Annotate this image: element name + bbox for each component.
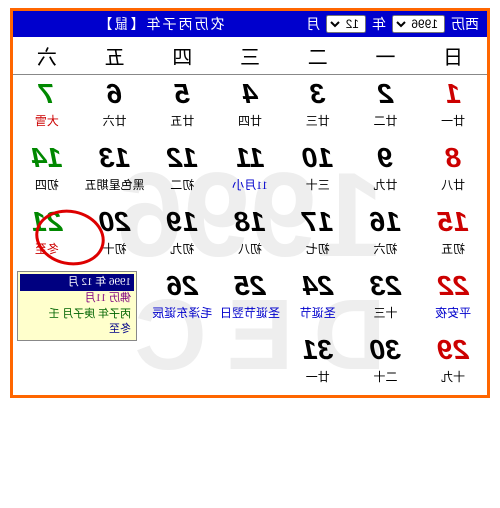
day-number: 23	[352, 270, 420, 302]
lunar-label: 初六	[352, 240, 420, 257]
day-cell[interactable]: 16 初六	[352, 203, 420, 267]
day-cell[interactable]: 1 廿一	[419, 75, 487, 139]
tooltip: 1996 年 12 月 佛历 11月 丙子年 庚子月 壬 冬至	[17, 271, 137, 341]
day-cell[interactable]: 17 初七	[284, 203, 352, 267]
day-number: 30	[352, 334, 420, 366]
day-number: 22	[419, 270, 487, 302]
day-cell[interactable]: 2 廿二	[352, 75, 420, 139]
weekday-header: 日一二三四五六	[13, 37, 487, 75]
lunar-label: 初二	[148, 176, 216, 193]
lunar-label: 廿六	[81, 112, 149, 129]
day-cell[interactable]: 19 初九	[148, 203, 216, 267]
lunar-label: 廿四	[216, 112, 284, 129]
lunar-label: 初八	[216, 240, 284, 257]
lunar-label: 11月小	[216, 176, 284, 193]
day-number: 25	[216, 270, 284, 302]
year-select[interactable]: 1996	[392, 15, 445, 33]
day-number: 13	[81, 142, 149, 174]
lunar-label: 二十	[352, 368, 420, 385]
day-cell[interactable]: 18 初八	[216, 203, 284, 267]
lunar-label: 大雪	[13, 112, 81, 129]
day-number: 17	[284, 206, 352, 238]
lunar-label: 初五	[419, 240, 487, 257]
day-number: 26	[148, 270, 216, 302]
day-number: 2	[352, 78, 420, 110]
month-label: 月	[306, 14, 320, 34]
day-cell[interactable]: 13 黑色星期五	[81, 139, 149, 203]
day-cell[interactable]: 6 廿六	[81, 75, 149, 139]
lunar-label: 三十	[284, 176, 352, 193]
day-cell[interactable]: 5 廿五	[148, 75, 216, 139]
day-cell[interactable]: 10 三十	[284, 139, 352, 203]
lunar-label: 毛泽东诞辰	[148, 304, 216, 321]
day-number: 11	[216, 142, 284, 174]
day-number: 18	[216, 206, 284, 238]
lunar-label: 平安夜	[419, 304, 487, 321]
lunar-title: 农历丙子年【鼠】	[21, 14, 300, 34]
day-cell[interactable]: 4 廿四	[216, 75, 284, 139]
day-number: 8	[419, 142, 487, 174]
day-number: 19	[148, 206, 216, 238]
year-label: 年	[372, 14, 386, 34]
day-cell[interactable]: 29 十九	[419, 331, 487, 395]
weekday: 五	[81, 37, 149, 74]
day-number: 6	[81, 78, 149, 110]
day-number: 9	[352, 142, 420, 174]
day-cell[interactable]: 11 11月小	[216, 139, 284, 203]
day-number: 15	[419, 206, 487, 238]
day-number: 29	[419, 334, 487, 366]
day-cell[interactable]: 14 初四	[13, 139, 81, 203]
day-cell[interactable]: 15 初五	[419, 203, 487, 267]
weekday: 一	[352, 37, 420, 74]
lunar-label: 十三	[352, 304, 420, 321]
lunar-label: 廿一	[284, 368, 352, 385]
lunar-label: 廿八	[419, 176, 487, 193]
day-number: 12	[148, 142, 216, 174]
day-number: 31	[284, 334, 352, 366]
day-number: 3	[284, 78, 352, 110]
lunar-label: 初七	[284, 240, 352, 257]
day-cell[interactable]: 24 圣诞节	[284, 267, 352, 331]
weekday: 日	[419, 37, 487, 74]
lunar-label: 廿五	[148, 112, 216, 129]
weekday: 三	[216, 37, 284, 74]
lunar-label: 廿三	[284, 112, 352, 129]
day-cell[interactable]: 3 廿三	[284, 75, 352, 139]
weekday: 六	[13, 37, 81, 74]
day-number: 5	[148, 78, 216, 110]
lunar-label: 初四	[13, 176, 81, 193]
day-cell[interactable]: 22 平安夜	[419, 267, 487, 331]
day-number: 14	[13, 142, 81, 174]
day-cell[interactable]: 12 初二	[148, 139, 216, 203]
era-label: 西历	[451, 14, 479, 34]
day-cell[interactable]: 31 廿一	[284, 331, 352, 395]
weekday: 二	[284, 37, 352, 74]
lunar-label: 黑色星期五	[81, 176, 149, 193]
lunar-label: 圣诞节	[284, 304, 352, 321]
day-number: 4	[216, 78, 284, 110]
day-cell[interactable]: 26 毛泽东诞辰	[148, 267, 216, 331]
day-cell[interactable]: 7 大雪	[13, 75, 81, 139]
month-select[interactable]: 12	[326, 15, 366, 33]
day-number: 16	[352, 206, 420, 238]
day-cell[interactable]: 30 二十	[352, 331, 420, 395]
day-cell[interactable]: 9 廿九	[352, 139, 420, 203]
lunar-label: 初九	[148, 240, 216, 257]
day-cell[interactable]: 23 十三	[352, 267, 420, 331]
day-cell[interactable]: 8 廿八	[419, 139, 487, 203]
lunar-label: 圣诞节翌日	[216, 304, 284, 321]
weekday: 四	[148, 37, 216, 74]
lunar-label: 廿一	[419, 112, 487, 129]
day-number: 10	[284, 142, 352, 174]
lunar-label: 廿二	[352, 112, 420, 129]
day-number: 1	[419, 78, 487, 110]
lunar-label: 廿九	[352, 176, 420, 193]
day-cell[interactable]: 25 圣诞节翌日	[216, 267, 284, 331]
day-number: 7	[13, 78, 81, 110]
day-number: 24	[284, 270, 352, 302]
lunar-label: 十九	[419, 368, 487, 385]
